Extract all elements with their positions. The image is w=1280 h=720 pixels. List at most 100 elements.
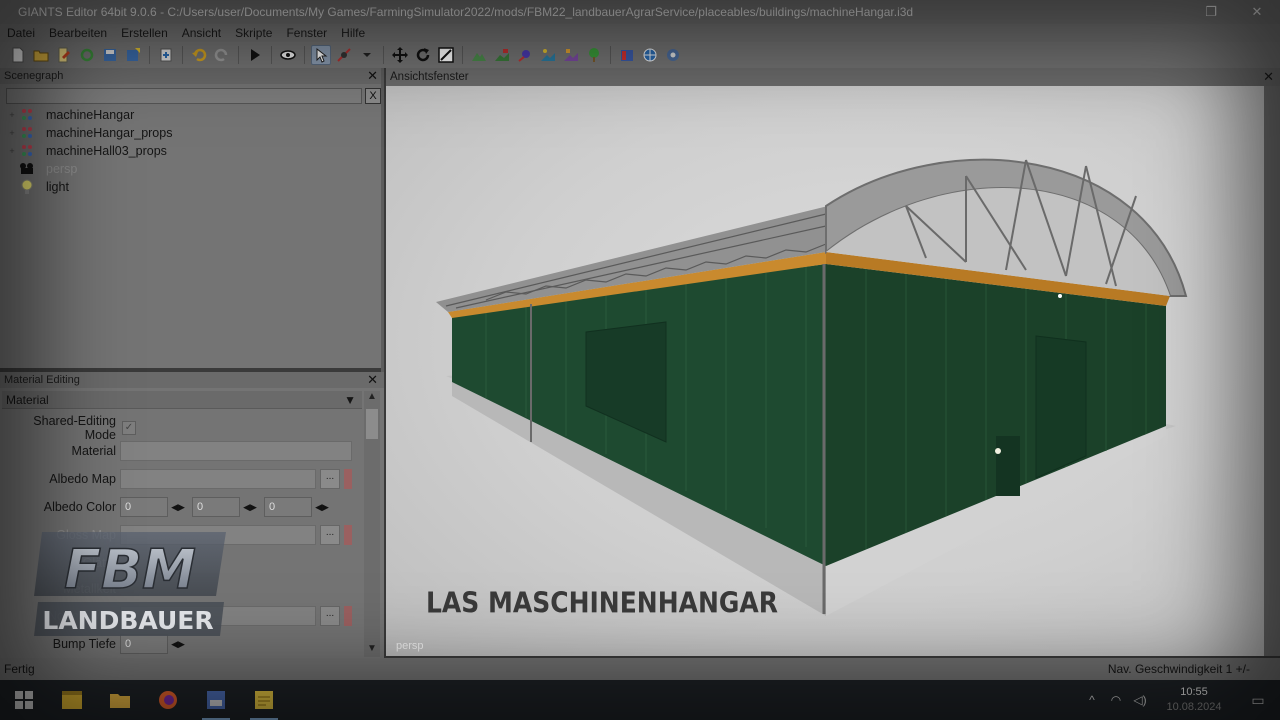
albedo-color-b-field[interactable]: 0 <box>264 497 312 517</box>
spin-arrows-icon[interactable]: ◀▶ <box>240 497 260 517</box>
save-as-icon[interactable] <box>123 45 143 65</box>
menu-skripte[interactable]: Skripte <box>228 26 279 40</box>
menu-hilfe[interactable]: Hilfe <box>334 26 372 40</box>
foliage-paint-icon[interactable] <box>515 45 535 65</box>
tree-node-persp[interactable]: persp <box>0 160 380 178</box>
move-icon[interactable] <box>390 45 410 65</box>
albedo-map-field[interactable] <box>120 469 316 489</box>
new-file-icon[interactable] <box>8 45 28 65</box>
eye-icon[interactable] <box>278 45 298 65</box>
undo-icon[interactable] <box>189 45 209 65</box>
rotate-icon[interactable] <box>413 45 433 65</box>
close-icon[interactable]: ✕ <box>367 68 378 84</box>
toolbar-separator <box>182 46 183 64</box>
viewport-title: Ansichtsfenster <box>390 71 469 83</box>
menu-datei[interactable]: Datei <box>0 26 42 40</box>
albedo-color-label: Albedo Color <box>43 500 116 514</box>
taskbar-app-notepad[interactable] <box>240 680 288 720</box>
spin-arrows-icon[interactable]: ◀▶ <box>312 497 332 517</box>
taskbar-app-notes[interactable] <box>48 680 96 720</box>
refresh-icon[interactable] <box>77 45 97 65</box>
scroll-up-icon[interactable]: ▲ <box>364 391 380 405</box>
tree-node-machinehangar[interactable]: + machineHangar <box>0 106 380 124</box>
material-name-row: Material <box>0 440 360 462</box>
settings-gear-icon[interactable] <box>663 45 683 65</box>
open-folder-icon[interactable] <box>31 45 51 65</box>
tree-node-machinehangar-props[interactable]: + machineHangar_props <box>0 124 380 142</box>
viewport-scrollbar[interactable] <box>1264 86 1280 656</box>
close-icon[interactable]: ✕ <box>1263 69 1274 85</box>
start-button[interactable] <box>0 680 48 720</box>
restore-button[interactable]: ❐ <box>1188 4 1234 20</box>
camera-label: persp <box>396 640 424 652</box>
scenegraph-filter-input[interactable] <box>6 88 362 104</box>
play-icon[interactable] <box>245 45 265 65</box>
expand-icon[interactable]: + <box>6 128 18 138</box>
toolbar-separator <box>238 46 239 64</box>
toolbar-separator <box>610 46 611 64</box>
edit-file-icon[interactable] <box>54 45 74 65</box>
scale-icon[interactable] <box>436 45 456 65</box>
spin-arrows-icon[interactable]: ◀▶ <box>168 497 188 517</box>
globe-icon[interactable] <box>640 45 660 65</box>
terrain-texture-icon[interactable] <box>492 45 512 65</box>
terrain-sculpt-icon[interactable] <box>469 45 489 65</box>
close-window-button[interactable]: ✕ <box>1234 4 1280 20</box>
dropdown-label: Material <box>6 392 49 407</box>
tree-paint-icon[interactable] <box>584 45 604 65</box>
placement-icon[interactable] <box>538 45 558 65</box>
notepad-icon <box>255 691 273 709</box>
expand-icon[interactable]: + <box>6 146 18 156</box>
toolbar-separator <box>304 46 305 64</box>
menu-bearbeiten[interactable]: Bearbeiten <box>42 26 114 40</box>
albedo-color-r-field[interactable]: 0 <box>120 497 168 517</box>
browse-button[interactable]: ... <box>320 606 340 626</box>
book-icon[interactable] <box>617 45 637 65</box>
browse-button[interactable]: ... <box>320 469 340 489</box>
material-section-dropdown[interactable]: Material ▼ <box>2 391 362 409</box>
scroll-thumb[interactable] <box>366 409 378 439</box>
remove-map-button[interactable] <box>344 606 352 626</box>
tree-node-light[interactable]: light <box>0 178 380 196</box>
menu-ansicht[interactable]: Ansicht <box>175 26 228 40</box>
network-icon[interactable]: ◠ <box>1104 693 1128 707</box>
redo-icon[interactable] <box>212 45 232 65</box>
tray-chevron-icon[interactable]: ^ <box>1080 693 1104 707</box>
clock[interactable]: 10:55 10.08.2024 <box>1152 685 1236 715</box>
chevron-down-icon[interactable] <box>357 45 377 65</box>
expand-icon[interactable]: + <box>6 110 18 120</box>
hangar-model <box>436 158 1188 616</box>
remove-map-button[interactable] <box>344 469 352 489</box>
firefox-icon <box>159 691 177 709</box>
giants-editor-icon <box>207 691 225 709</box>
decal-paint-icon[interactable] <box>561 45 581 65</box>
3d-viewport[interactable]: LAS MASCHINENHANGAR persp <box>386 86 1264 656</box>
taskbar-app-explorer[interactable] <box>96 680 144 720</box>
material-scrollbar[interactable]: ▲ ▼ <box>364 391 380 657</box>
select-mode-icon[interactable] <box>311 45 331 65</box>
menu-erstellen[interactable]: Erstellen <box>114 26 175 40</box>
notification-icon[interactable]: ▭ <box>1236 692 1280 709</box>
tree-node-label: machineHall03_props <box>46 144 167 158</box>
close-icon[interactable]: ✕ <box>367 372 378 388</box>
transform-group-icon <box>18 125 36 141</box>
terrain-paint-icon[interactable] <box>334 45 354 65</box>
tree-node-label: machineHangar_props <box>46 126 173 140</box>
clock-date: 10.08.2024 <box>1166 701 1222 713</box>
scroll-down-icon[interactable]: ▼ <box>364 643 380 657</box>
albedo-color-g-field[interactable]: 0 <box>192 497 240 517</box>
shared-editing-checkbox[interactable]: ✓ <box>122 421 136 435</box>
save-icon[interactable] <box>100 45 120 65</box>
tree-node-machinehall03-props[interactable]: + machineHall03_props <box>0 142 380 160</box>
menu-fenster[interactable]: Fenster <box>279 26 334 40</box>
material-name-field[interactable] <box>120 441 352 461</box>
import-icon[interactable] <box>156 45 176 65</box>
filter-clear-button[interactable]: X <box>365 88 381 104</box>
volume-icon[interactable]: ◁) <box>1128 693 1152 707</box>
taskbar-app-giants-editor[interactable] <box>192 680 240 720</box>
remove-map-button[interactable] <box>344 525 352 545</box>
browse-button[interactable]: ... <box>320 525 340 545</box>
sticky-notes-icon <box>62 691 82 709</box>
fbm-landbauer-logo: FBM LANDBAUER <box>32 530 228 638</box>
taskbar-app-firefox[interactable] <box>144 680 192 720</box>
